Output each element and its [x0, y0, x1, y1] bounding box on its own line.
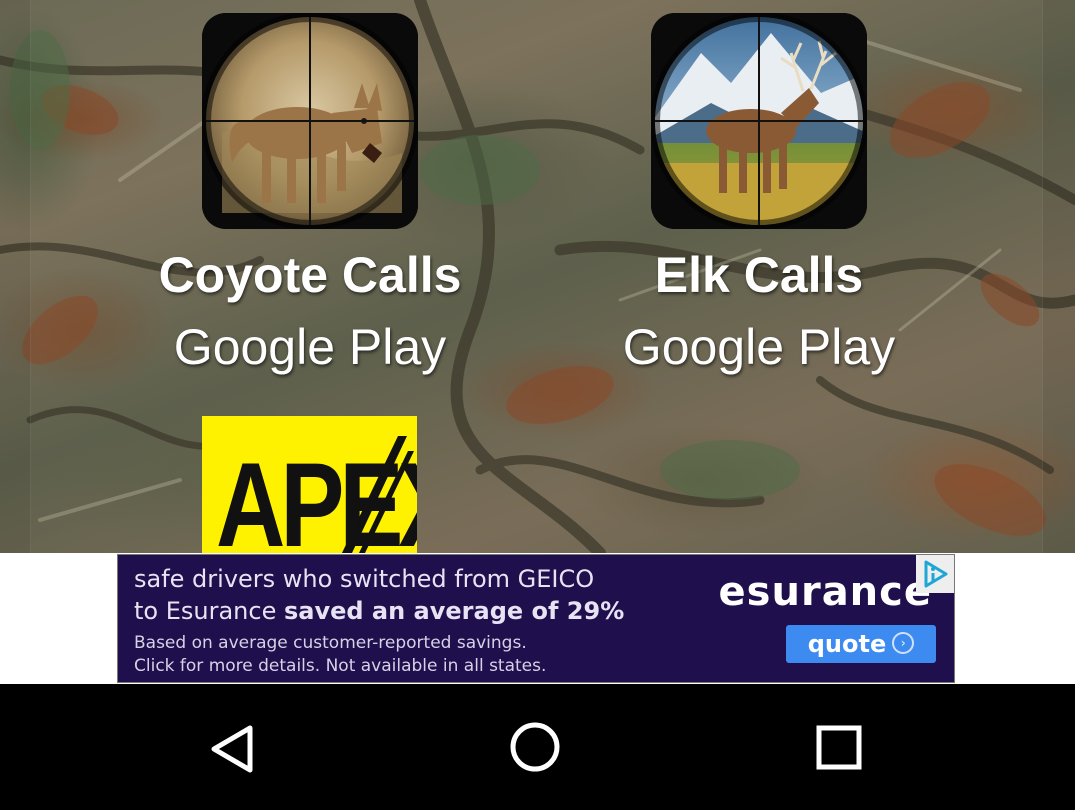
- ad-quote-button[interactable]: quote ›: [786, 625, 936, 663]
- ad-disclaimer-line1: Based on average customer-reported savin…: [134, 633, 527, 653]
- app-tile-coyote-calls[interactable]: Coyote Calls Google Play: [110, 13, 510, 377]
- app-tile-elk-calls[interactable]: Elk Calls Google Play: [559, 13, 959, 377]
- home-circle-icon[interactable]: [500, 714, 570, 784]
- home-graphic: [510, 722, 560, 772]
- coyote-scope-icon[interactable]: [202, 13, 418, 229]
- back-graphic: [211, 725, 253, 773]
- right-edge: [1042, 0, 1075, 553]
- adchoices-graphic: [924, 560, 948, 588]
- left-edge: [0, 0, 31, 553]
- ad-headline-line2: to Esurance saved an average of 29%: [134, 597, 624, 625]
- back-triangle-icon[interactable]: [200, 714, 270, 784]
- app-list-background: Coyote Calls Google Play Elk Calls Googl…: [0, 0, 1075, 553]
- esurance-ad-banner[interactable]: safe drivers who switched from GEICO to …: [117, 554, 955, 683]
- google-play-link-coyote[interactable]: Google Play: [110, 317, 510, 377]
- recents-graphic: [816, 725, 862, 770]
- elk-scope-icon[interactable]: [651, 13, 867, 229]
- app-name-coyote-calls[interactable]: Coyote Calls: [110, 245, 510, 305]
- elk-scope-graphic: [651, 13, 867, 229]
- apex-logo[interactable]: APEX: [202, 416, 417, 553]
- arrow-right-icon: ›: [892, 632, 915, 654]
- ad-headline-line2-prefix: to Esurance: [134, 597, 284, 625]
- coyote-scope-graphic: [202, 13, 418, 229]
- ad-headline-line2-bold: saved an average of 29%: [283, 597, 625, 625]
- app-name-elk-calls[interactable]: Elk Calls: [559, 245, 959, 305]
- ad-disclaimer-line2: Click for more details. Not available in…: [134, 656, 547, 676]
- ad-quote-label: quote: [807, 630, 887, 658]
- recents-square-icon[interactable]: [804, 714, 874, 784]
- google-play-link-elk[interactable]: Google Play: [559, 317, 959, 377]
- adchoices-icon[interactable]: [916, 555, 954, 593]
- ad-strip: safe drivers who switched from GEICO to …: [0, 553, 1075, 684]
- system-nav-bar: [0, 684, 1075, 810]
- apex-logo-text: APEX: [216, 438, 417, 553]
- ad-headline-line1: safe drivers who switched from GEICO: [134, 565, 595, 593]
- ad-brand-logo: esurance: [718, 569, 932, 615]
